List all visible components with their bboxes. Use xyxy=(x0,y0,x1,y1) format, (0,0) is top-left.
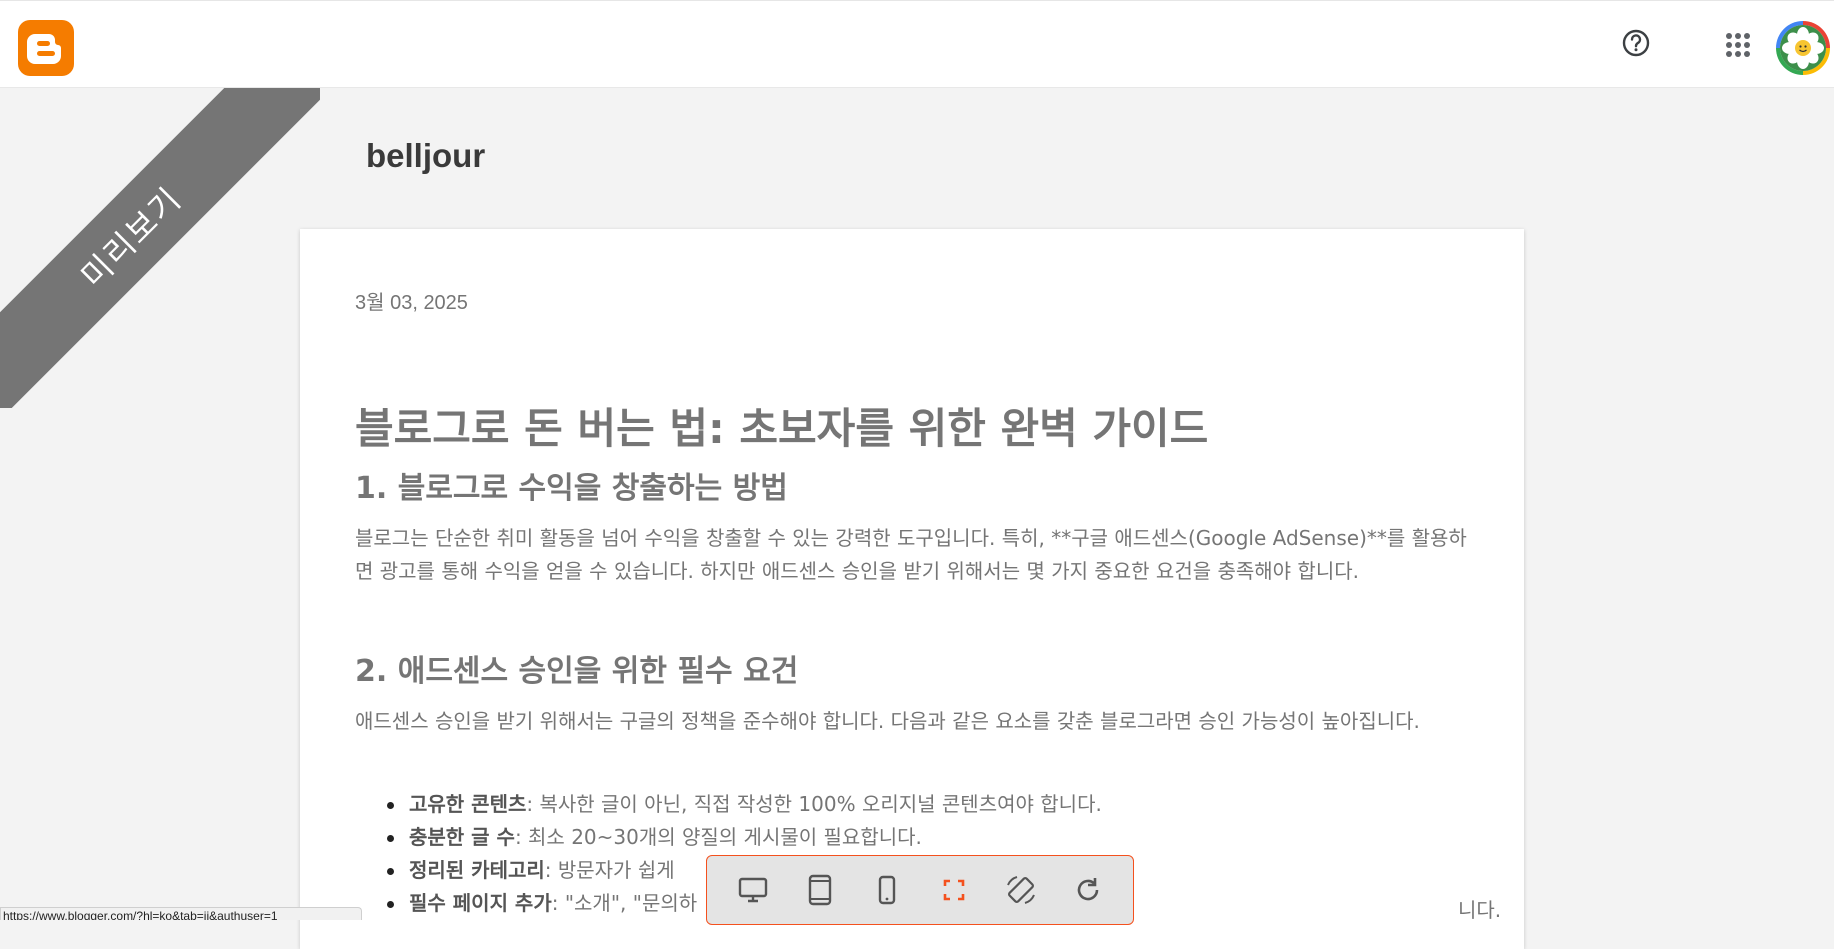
mobile-icon[interactable] xyxy=(869,872,905,908)
status-bar-url: https://www.blogger.com/?hl=ko&tab=ji&au… xyxy=(0,907,362,920)
desktop-icon[interactable] xyxy=(735,872,771,908)
list-item-text: : 최소 20~30개의 양질의 게시물이 필요합니다. xyxy=(514,825,922,849)
bullet-tail-text: 니다. xyxy=(1458,898,1502,922)
refresh-icon[interactable] xyxy=(1070,872,1106,908)
help-circle-icon[interactable] xyxy=(1621,28,1651,58)
apps-grid-icon[interactable] xyxy=(1722,29,1754,61)
fullscreen-icon[interactable] xyxy=(936,872,972,908)
section-heading: 1. 블로그로 수익을 창출하는 방법 xyxy=(355,471,788,506)
list-item-text: : 복사한 글이 아닌, 직접 작성한 100% 오리지널 콘텐츠여야 합니다. xyxy=(526,792,1102,816)
preview-ribbon-container: 미리보기 xyxy=(0,88,320,408)
post-title: 블로그로 돈 버는 법: 초보자를 위한 완벽 가이드 xyxy=(355,404,1209,453)
section-heading: 2. 애드센스 승인을 위한 필수 요건 xyxy=(355,654,799,689)
rotate-screen-icon[interactable] xyxy=(1003,872,1039,908)
post-date[interactable]: 3월 03, 2025 xyxy=(355,286,468,315)
tablet-icon[interactable] xyxy=(802,872,838,908)
top-bar xyxy=(0,0,1834,88)
list-item-title: 고유한 콘텐츠 xyxy=(409,792,527,816)
list-item-title: 필수 페이지 추가 xyxy=(409,891,552,915)
avatar[interactable] xyxy=(1776,21,1830,75)
list-item-title: 충분한 글 수 xyxy=(409,825,515,849)
list-item: 고유한 콘텐츠: 복사한 글이 아닌, 직접 작성한 100% 오리지널 콘텐츠… xyxy=(387,788,1102,821)
list-item-text: : "소개", "문의하 xyxy=(551,891,698,915)
avatar-flower-icon xyxy=(1780,25,1826,71)
section-paragraph: 애드센스 승인을 받기 위해서는 구글의 정책을 준수해야 합니다. 다음과 같… xyxy=(355,709,1420,733)
preview-ribbon: 미리보기 xyxy=(0,88,320,408)
section-paragraph: 블로그는 단순한 취미 활동을 넘어 수익을 창출할 수 있는 강력한 도구입니… xyxy=(355,526,1467,583)
post-card: 3월 03, 2025 블로그로 돈 버는 법: 초보자를 위한 완벽 가이드 … xyxy=(300,229,1524,949)
blogger-logo-icon[interactable] xyxy=(18,20,74,76)
device-preview-toolbar xyxy=(706,855,1134,925)
preview-ribbon-label: 미리보기 xyxy=(73,179,190,296)
blog-title[interactable]: belljour xyxy=(366,137,485,175)
list-item: 충분한 글 수: 최소 20~30개의 양질의 게시물이 필요합니다. xyxy=(387,821,1102,854)
list-item-text: : 방문자가 쉽게 xyxy=(544,858,675,882)
list-item-title: 정리된 카테고리 xyxy=(409,858,545,882)
